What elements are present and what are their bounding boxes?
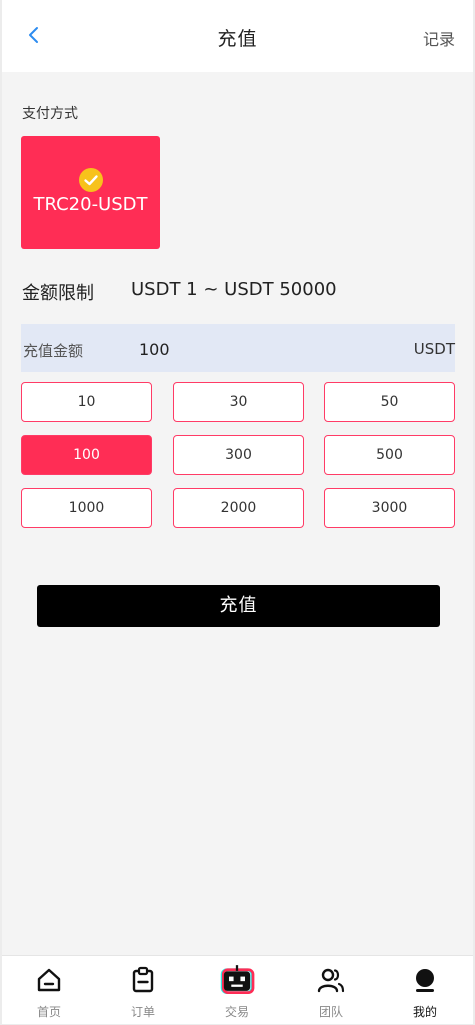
preset-1000-button[interactable]: 1000 (21, 488, 152, 528)
amount-unit: USDT (413, 340, 455, 358)
preset-10-button[interactable]: 10 (21, 382, 152, 422)
bottom-nav: 首页 订单 交易 团队 我的 (2, 955, 473, 1024)
header-bar: 充值 记录 (2, 0, 473, 72)
robot-icon (220, 965, 255, 994)
nav-label-trade: 交易 (224, 1005, 249, 1019)
payment-method-name: TRC20-USDT (33, 194, 148, 215)
app-frame: 充值 记录 支付方式 TRC20-USDT 金额限制 USDT 1 ~ USDT… (2, 0, 473, 1024)
page-title: 充值 (217, 28, 258, 50)
preset-500-button[interactable]: 500 (324, 435, 455, 475)
nav-label-home: 首页 (36, 1005, 61, 1019)
amount-label: 充值金额 (23, 342, 84, 360)
user-icon (416, 969, 434, 992)
nav-item-trade[interactable]: 交易 (190, 956, 284, 1025)
clipboard-icon (132, 966, 154, 993)
amount-limit-value: USDT 1 ~ USDT 50000 (131, 279, 337, 300)
amount-limit-label: 金额限制 (22, 283, 94, 304)
nav-label-mine: 我的 (412, 1005, 437, 1019)
nav-item-mine[interactable]: 我的 (378, 956, 472, 1025)
nav-label-orders: 订单 (130, 1005, 155, 1019)
preset-300-button[interactable]: 300 (173, 435, 304, 475)
users-icon (317, 968, 345, 993)
payment-method-label: 支付方式 (22, 106, 78, 122)
amount-input[interactable] (139, 334, 379, 364)
amount-input-row: 充值金额 USDT (21, 324, 455, 372)
nav-label-team: 团队 (318, 1005, 343, 1019)
nav-item-home[interactable]: 首页 (2, 956, 96, 1025)
preset-50-button[interactable]: 50 (324, 382, 455, 422)
preset-2000-button[interactable]: 2000 (173, 488, 304, 528)
nav-item-team[interactable]: 团队 (284, 956, 378, 1025)
nav-item-orders[interactable]: 订单 (96, 956, 190, 1025)
preset-30-button[interactable]: 30 (173, 382, 304, 422)
check-circle-icon (79, 168, 103, 192)
record-link[interactable]: 记录 (423, 26, 455, 50)
preset-3000-button[interactable]: 3000 (324, 488, 455, 528)
preset-100-button[interactable]: 100 (21, 435, 152, 475)
recharge-submit-button[interactable]: 充值 (37, 585, 440, 627)
home-icon (37, 968, 61, 992)
payment-method-card[interactable]: TRC20-USDT (21, 136, 160, 249)
